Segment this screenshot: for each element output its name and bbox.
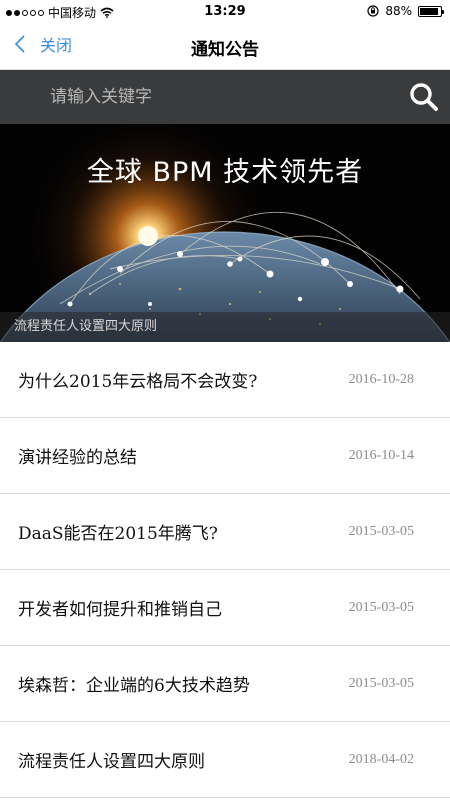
banner-caption: 流程责任人设置四大原则 bbox=[0, 312, 450, 342]
news-date: 2016-10-28 bbox=[348, 371, 414, 387]
page-title: 通知公告 bbox=[191, 40, 259, 60]
search-bar bbox=[0, 70, 450, 124]
list-item[interactable]: 演讲经验的总结 2016-10-14 bbox=[0, 418, 450, 494]
battery-icon bbox=[418, 5, 444, 17]
list-item[interactable]: 为什么2015年云格局不会改变? 2016-10-28 bbox=[0, 342, 450, 418]
list-item[interactable]: 开发者如何提升和推销自己 2015-03-05 bbox=[0, 570, 450, 646]
news-date: 2016-10-14 bbox=[348, 447, 414, 463]
status-bar: 中国移动 13:29 88% bbox=[0, 0, 450, 24]
news-list: 为什么2015年云格局不会改变? 2016-10-28 演讲经验的总结 2016… bbox=[0, 342, 450, 798]
news-date: 2018-04-02 bbox=[348, 751, 414, 767]
news-date: 2015-03-05 bbox=[348, 675, 414, 691]
news-title: 为什么2015年云格局不会改变? bbox=[18, 372, 258, 392]
battery-percent: 88% bbox=[385, 4, 412, 18]
orientation-lock-icon bbox=[367, 5, 379, 17]
news-date: 2015-03-05 bbox=[348, 523, 414, 539]
list-item[interactable]: DaaS能否在2015年腾飞? 2015-03-05 bbox=[0, 494, 450, 570]
nav-bar: 关闭 通知公告 bbox=[0, 24, 450, 70]
news-title: DaaS能否在2015年腾飞? bbox=[18, 524, 218, 544]
status-right: 88% bbox=[367, 4, 444, 18]
search-icon[interactable] bbox=[408, 81, 440, 113]
news-title: 埃森哲：企业端的6大技术趋势 bbox=[18, 676, 250, 696]
banner-title: 全球 BPM 技术领先者 bbox=[86, 157, 364, 188]
news-date: 2015-03-05 bbox=[348, 599, 414, 615]
news-title: 演讲经验的总结 bbox=[18, 448, 137, 468]
search-input[interactable] bbox=[50, 83, 390, 111]
list-item[interactable]: 流程责任人设置四大原则 2018-04-02 bbox=[0, 722, 450, 798]
news-title: 开发者如何提升和推销自己 bbox=[18, 600, 222, 620]
news-title: 流程责任人设置四大原则 bbox=[18, 752, 205, 772]
list-item[interactable]: 埃森哲：企业端的6大技术趋势 2015-03-05 bbox=[0, 646, 450, 722]
banner-carousel[interactable]: 全球 BPM 技术领先者 流程责任人设置四大原则 bbox=[0, 124, 450, 342]
